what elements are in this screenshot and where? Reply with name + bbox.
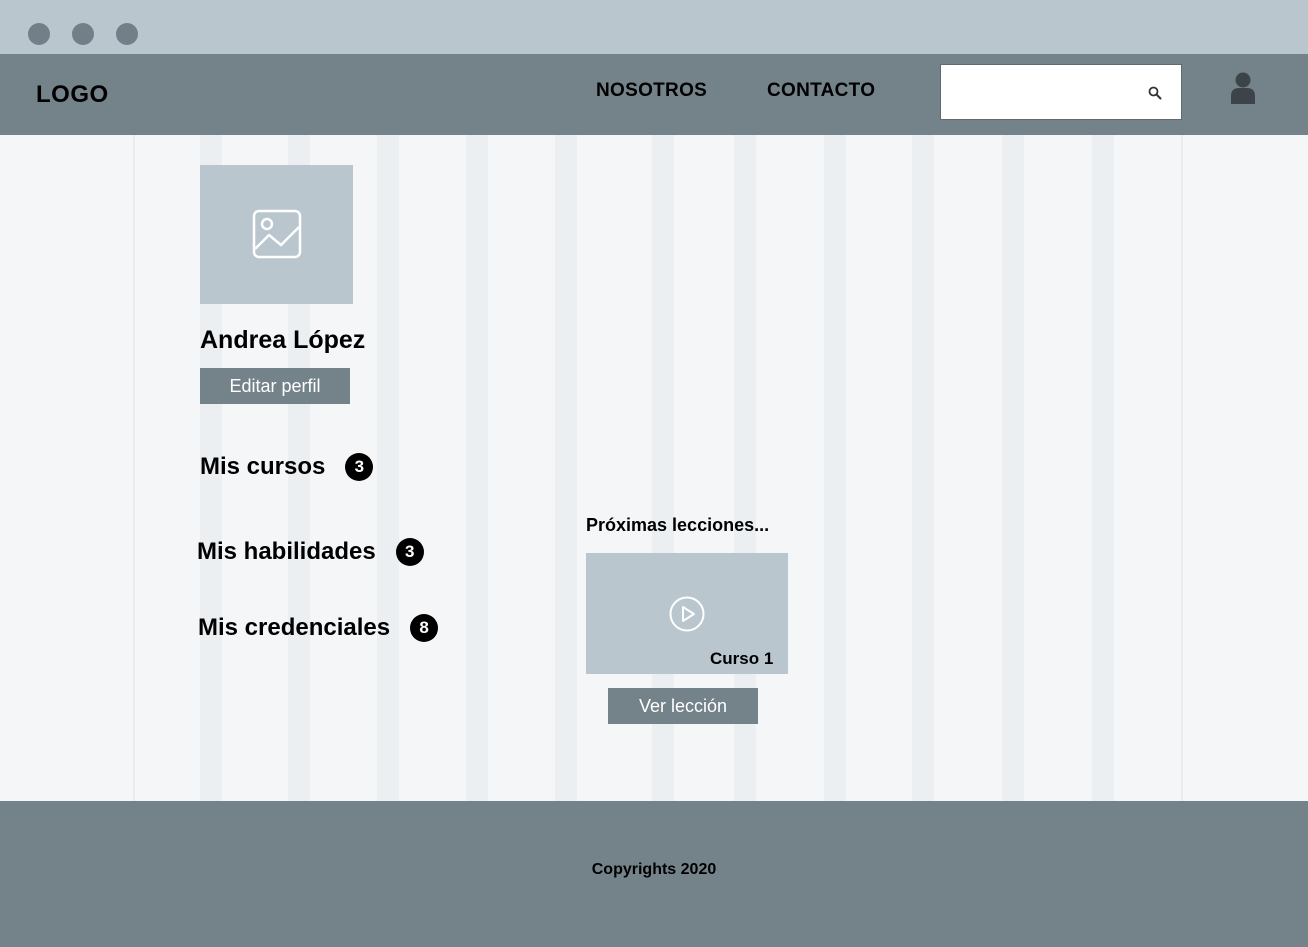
count-badge: 3	[345, 453, 374, 481]
search-icon[interactable]	[1148, 86, 1162, 100]
column-guide	[1002, 135, 1024, 801]
sidebar-item-mis-habilidades[interactable]: Mis habilidades 3	[197, 538, 424, 566]
window-maximize-dot-icon[interactable]	[116, 23, 138, 45]
column-guide	[912, 135, 934, 801]
image-placeholder-icon	[252, 209, 302, 259]
edit-profile-button[interactable]: Editar perfil	[200, 368, 350, 404]
column-guide	[555, 135, 577, 801]
sidebar-item-label: Mis credenciales	[198, 614, 391, 641]
grid-edge-right	[1181, 135, 1183, 801]
nav-link-nosotros[interactable]: NOSOTROS	[596, 80, 707, 102]
course-label: Curso 1	[710, 649, 774, 668]
grid-edge-left	[133, 135, 135, 801]
sidebar-item-mis-cursos[interactable]: Mis cursos 3	[200, 453, 374, 481]
column-guide	[1092, 135, 1114, 801]
upcoming-lessons-heading: Próximas lecciones...	[586, 515, 770, 535]
user-name: Andrea López	[200, 326, 366, 354]
sidebar-item-label: Mis cursos	[200, 453, 326, 480]
count-badge: 3	[395, 538, 424, 566]
sidebar-item-label: Mis habilidades	[197, 538, 376, 565]
window-titlebar	[0, 0, 1308, 54]
search-input[interactable]	[940, 64, 1182, 120]
user-icon[interactable]	[1230, 72, 1256, 104]
window-minimize-dot-icon[interactable]	[72, 23, 94, 45]
count-badge: 8	[410, 614, 439, 642]
column-guide	[824, 135, 846, 801]
logo[interactable]: LOGO	[36, 81, 109, 109]
view-lesson-button[interactable]: Ver lección	[608, 688, 758, 724]
sidebar-item-mis-credenciales[interactable]: Mis credenciales 8	[198, 614, 439, 642]
column-guide	[466, 135, 488, 801]
copyright-text: Copyrights 2020	[591, 861, 717, 878]
column-guide	[377, 135, 399, 801]
nav-link-contacto[interactable]: CONTACTO	[767, 80, 875, 102]
window-close-dot-icon[interactable]	[28, 23, 50, 45]
play-icon[interactable]	[669, 596, 705, 632]
